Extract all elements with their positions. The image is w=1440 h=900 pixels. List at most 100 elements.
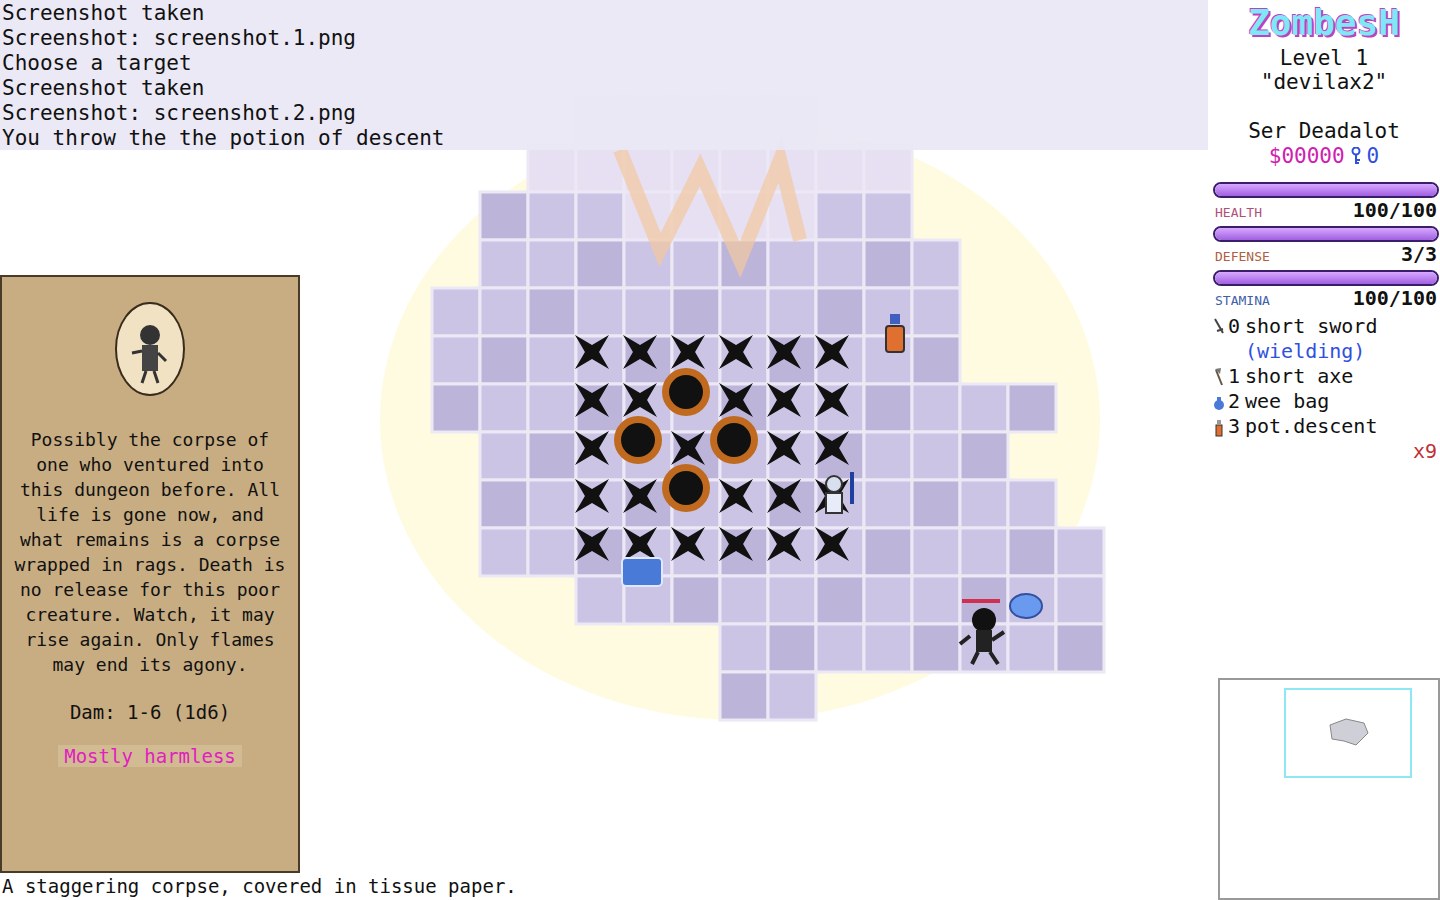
floor-tile <box>480 192 528 240</box>
floor-tile <box>432 384 480 432</box>
floor-tile <box>1008 624 1056 672</box>
log-line: Screenshot: screenshot.1.png <box>2 26 1208 51</box>
floor-tile <box>480 480 528 528</box>
blast-mark-icon <box>798 510 866 578</box>
message-log: Screenshot takenScreenshot: screenshot.1… <box>0 0 1208 150</box>
stairs-icon[interactable] <box>622 558 662 586</box>
floor-tile <box>720 624 768 672</box>
inventory-item[interactable]: 3 pot.descent <box>1213 414 1439 439</box>
damage-text: Dam: 1-6 (1d6) <box>70 701 230 723</box>
floor-tile <box>960 624 1008 672</box>
floor-tile <box>816 288 864 336</box>
floor-tile <box>960 480 1008 528</box>
axe-icon <box>1213 367 1225 387</box>
log-line: Screenshot taken <box>2 1 1208 26</box>
blast-mark-icon <box>558 510 626 578</box>
crater-hole-icon <box>717 423 751 457</box>
item-key: 3 <box>1228 414 1242 439</box>
stat-label: HEALTH <box>1215 205 1262 220</box>
floor-tile <box>528 528 576 576</box>
stat-value: 3/3 <box>1401 242 1437 266</box>
blast-mark-icon <box>702 462 770 530</box>
floor-tile <box>912 288 960 336</box>
floor-tile <box>480 432 528 480</box>
floor-tile <box>720 672 768 720</box>
floor-tile <box>768 240 816 288</box>
slime-icon[interactable] <box>1010 594 1042 618</box>
floor-tile <box>768 672 816 720</box>
floor-tile <box>480 288 528 336</box>
level-text: Level 1 <box>1280 46 1369 70</box>
floor-tile <box>1056 624 1104 672</box>
floor-tile <box>528 240 576 288</box>
stat-fill <box>1215 228 1437 240</box>
light-glow <box>380 120 1100 720</box>
floor-tile <box>1008 480 1056 528</box>
floor-tile <box>768 576 816 624</box>
floor-tile <box>816 576 864 624</box>
stat-value: 100/100 <box>1353 198 1437 222</box>
log-line: Choose a target <box>2 51 1208 76</box>
item-name: wee bag <box>1245 389 1329 414</box>
floor-tile <box>816 192 864 240</box>
blast-mark-icon <box>606 318 674 386</box>
item-key: 1 <box>1228 364 1242 389</box>
floor-tile <box>912 432 960 480</box>
floor-tile <box>768 288 816 336</box>
stat-bar <box>1213 182 1439 198</box>
floor-tile <box>864 384 912 432</box>
floor-tile <box>576 240 624 288</box>
item-note: (wielding) <box>1245 339 1377 364</box>
key-icon <box>1351 147 1361 165</box>
inventory-item[interactable]: 2 wee bag <box>1213 389 1439 414</box>
keys-count: 0 <box>1367 144 1380 168</box>
floor-tile <box>864 144 912 192</box>
floor-tile <box>528 288 576 336</box>
description: Possibly the corpse of one who ventured … <box>10 427 290 677</box>
blast-mark-icon <box>750 414 818 482</box>
floor-tile <box>864 480 912 528</box>
blast-mark-icon <box>750 462 818 530</box>
item-count: x9 <box>1213 439 1439 464</box>
floor-tile <box>864 624 912 672</box>
floor-tile <box>576 192 624 240</box>
inventory-item[interactable]: 1 short axe <box>1213 364 1439 389</box>
status-bar: A staggering corpse, covered in tissue p… <box>0 874 517 900</box>
floor-tile <box>912 480 960 528</box>
minimap[interactable] <box>1218 678 1440 900</box>
floor-tile <box>864 576 912 624</box>
corpse-enemy-icon[interactable] <box>960 599 1004 664</box>
stat-label: DEFENSE <box>1215 249 1270 264</box>
wall-stain <box>620 150 800 260</box>
log-line: Screenshot taken <box>2 76 1208 101</box>
potion-icon[interactable] <box>886 314 904 352</box>
floor-tile <box>768 624 816 672</box>
floor-tile <box>720 576 768 624</box>
blast-mark-icon <box>558 366 626 434</box>
floor-tile <box>576 288 624 336</box>
item-key: 0 <box>1228 314 1242 339</box>
floor-tile <box>816 144 864 192</box>
blast-mark-icon <box>750 366 818 434</box>
blast-mark-icon <box>558 318 626 386</box>
blast-mark-icon <box>750 318 818 386</box>
stat-fill <box>1215 272 1437 284</box>
floor-tile <box>912 528 960 576</box>
floor-tile <box>912 336 960 384</box>
floor-tile <box>528 480 576 528</box>
floor-tile <box>528 384 576 432</box>
player-icon[interactable] <box>826 472 854 513</box>
sword-icon <box>1213 317 1225 337</box>
blast-mark-icon <box>702 318 770 386</box>
floor-tile <box>864 528 912 576</box>
blast-mark-icon <box>798 318 866 386</box>
crater-icon <box>662 464 710 512</box>
corpse-portrait-icon <box>114 301 186 397</box>
inventory-item[interactable]: 0 short sword (wielding) <box>1213 314 1439 364</box>
floor-tile <box>1008 576 1056 624</box>
crater-icon <box>614 416 662 464</box>
log-line: Screenshot: screenshot.2.png <box>2 101 1208 126</box>
floor-tile <box>672 576 720 624</box>
game-logo: ZombesH <box>1248 0 1400 46</box>
floor-tile <box>960 528 1008 576</box>
